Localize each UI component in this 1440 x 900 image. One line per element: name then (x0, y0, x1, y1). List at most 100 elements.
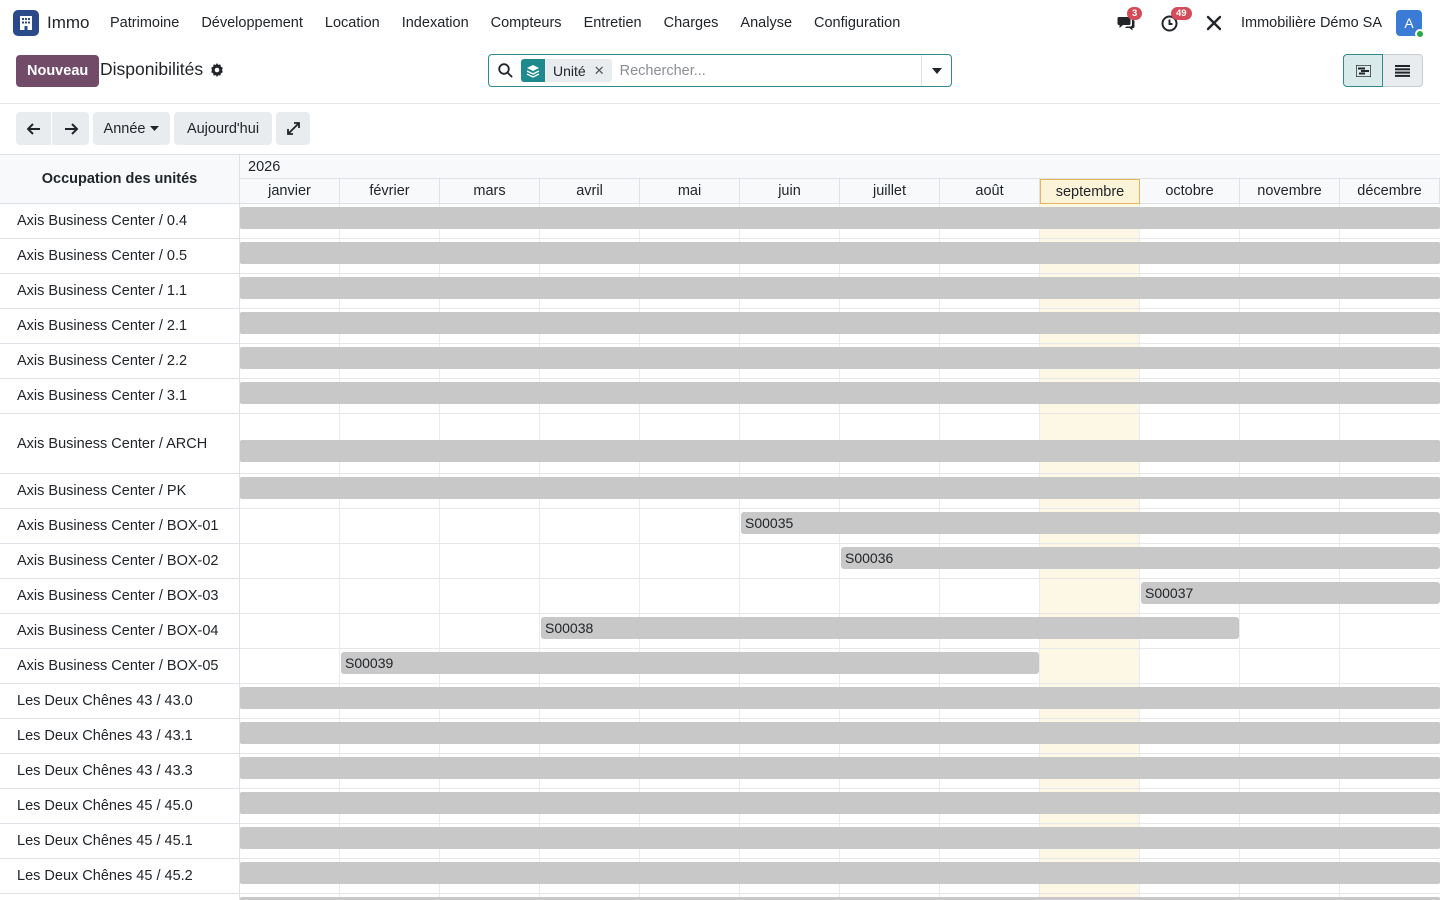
scale-label: Année (103, 120, 146, 137)
gantt-pill[interactable] (240, 312, 1440, 334)
grid-row-line (240, 858, 1440, 859)
gantt-row-label[interactable]: Axis Business Center / PK (0, 474, 240, 509)
search-bar: Unité ✕ (488, 54, 952, 87)
grid-row-line (240, 823, 1440, 824)
app-name[interactable]: Immo (47, 13, 90, 33)
gantt-pill[interactable]: S00036 (841, 547, 1440, 569)
grid-row-line (240, 413, 1440, 414)
menu-item-configuration[interactable]: Configuration (803, 15, 911, 31)
grid-row-line (240, 343, 1440, 344)
today-button[interactable]: Aujourd'hui (174, 112, 272, 145)
previous-button[interactable] (16, 112, 51, 145)
online-status-dot (1415, 29, 1425, 39)
layers-icon (521, 59, 545, 82)
gantt-pill[interactable] (240, 862, 1440, 884)
expand-icon (286, 122, 300, 135)
gantt-row-label[interactable]: Axis Business Center / BOX-05 (0, 649, 240, 684)
month-header-4: mai (640, 179, 740, 204)
gantt-row-label[interactable]: Axis Business Center / 3.1 (0, 379, 240, 414)
view-switcher (1343, 54, 1423, 87)
gantt-view-icon (1355, 64, 1371, 77)
menu-item-compteurs[interactable]: Compteurs (480, 15, 573, 31)
gantt-pill[interactable] (240, 687, 1440, 709)
gantt-pill[interactable] (240, 382, 1440, 404)
systray: 3 49 Immobilière Démo SA A (1113, 0, 1440, 46)
gantt-row-label[interactable]: Axis Business Center / 0.4 (0, 204, 240, 239)
grid-row-line (240, 473, 1440, 474)
expand-button[interactable] (276, 112, 310, 145)
gantt-row-label[interactable]: Les Deux Chênes 45 / 45.0 (0, 789, 240, 824)
page-title: Disponibilités (100, 59, 224, 80)
gantt-pill[interactable] (240, 792, 1440, 814)
menu-item-charges[interactable]: Charges (653, 15, 730, 31)
company-switcher[interactable]: Immobilière Démo SA (1241, 15, 1382, 31)
gantt-pill[interactable]: S00038 (541, 617, 1239, 639)
menu-item-entretien[interactable]: Entretien (573, 15, 653, 31)
user-avatar[interactable]: A (1396, 10, 1425, 39)
grid-row-line (240, 648, 1440, 649)
gantt-row-label[interactable]: Les Deux Chênes 43 / 43.3 (0, 754, 240, 789)
building-icon[interactable] (13, 10, 39, 36)
month-header-9: octobre (1140, 179, 1240, 204)
gantt-pill[interactable]: S00039 (341, 652, 1039, 674)
page-title-text: Disponibilités (100, 59, 204, 79)
gear-icon[interactable] (210, 62, 224, 77)
menu-item-location[interactable]: Location (314, 15, 391, 31)
gantt-pill[interactable]: S00035 (741, 512, 1440, 534)
activities-button[interactable]: 49 (1157, 7, 1192, 36)
today-label: Aujourd'hui (186, 120, 260, 137)
remove-facet-icon[interactable]: ✕ (594, 63, 612, 79)
tools-icon (1206, 15, 1222, 31)
search-icon[interactable] (489, 63, 521, 78)
gantt-row-label[interactable]: Axis Business Center / ARCH (0, 414, 240, 474)
gantt-row-label[interactable]: Axis Business Center / 1.1 (0, 274, 240, 309)
gantt-row-label[interactable]: Axis Business Center / BOX-02 (0, 544, 240, 579)
messages-button[interactable]: 3 (1113, 7, 1143, 36)
gantt-pill[interactable] (240, 347, 1440, 369)
gantt-row-label[interactable] (0, 894, 240, 900)
list-view-icon (1395, 64, 1410, 77)
menu-item-developpement[interactable]: Développement (190, 15, 314, 31)
grid-row-line (240, 543, 1440, 544)
grid-row-line (240, 378, 1440, 379)
gantt-row-label[interactable]: Axis Business Center / BOX-04 (0, 614, 240, 649)
arrow-right-icon (64, 122, 78, 135)
menu-item-indexation[interactable]: Indexation (391, 15, 480, 31)
gantt-pill[interactable] (240, 757, 1440, 779)
gantt-view-button[interactable] (1343, 54, 1383, 87)
gantt-pill[interactable] (240, 242, 1440, 264)
menu-item-patrimoine[interactable]: Patrimoine (99, 15, 190, 31)
gantt-row-label[interactable]: Axis Business Center / BOX-03 (0, 579, 240, 614)
gantt-row-label[interactable]: Axis Business Center / 0.5 (0, 239, 240, 274)
gantt-pill[interactable]: S00037 (1141, 582, 1440, 604)
menu-item-analyse[interactable]: Analyse (729, 15, 803, 31)
gantt-pill[interactable] (240, 277, 1440, 299)
gantt-pill[interactable] (240, 207, 1440, 229)
gantt-pill[interactable] (240, 477, 1440, 499)
facet-label: Unité (553, 62, 586, 79)
gantt-row-label[interactable]: Axis Business Center / BOX-01 (0, 509, 240, 544)
gantt-row-label[interactable]: Axis Business Center / 2.2 (0, 344, 240, 379)
gantt-row-label[interactable]: Les Deux Chênes 43 / 43.1 (0, 719, 240, 754)
gantt-pill[interactable] (240, 440, 1440, 462)
gantt-row-label[interactable]: Axis Business Center / 2.1 (0, 309, 240, 344)
list-view-button[interactable] (1383, 54, 1423, 87)
search-input[interactable] (619, 56, 921, 85)
month-header-5: juin (740, 179, 840, 204)
gantt-row-label[interactable]: Les Deux Chênes 43 / 43.0 (0, 684, 240, 719)
grid-row-line (240, 273, 1440, 274)
avatar-letter: A (1404, 15, 1414, 31)
gantt-row-label[interactable]: Les Deux Chênes 45 / 45.2 (0, 859, 240, 894)
grid-row-line (240, 238, 1440, 239)
debug-tools-button[interactable] (1201, 10, 1227, 36)
gantt-row-label[interactable]: Les Deux Chênes 45 / 45.1 (0, 824, 240, 859)
gantt-pill[interactable] (240, 722, 1440, 744)
activities-badge: 49 (1170, 7, 1192, 20)
new-button[interactable]: Nouveau (16, 55, 100, 87)
caret-down-icon (150, 126, 160, 131)
gantt-pill[interactable] (240, 827, 1440, 849)
gantt-rows-header: Occupation des unités (0, 155, 240, 204)
scale-dropdown[interactable]: Année (93, 112, 170, 145)
next-button[interactable] (52, 112, 89, 145)
search-options-toggle[interactable] (921, 55, 951, 86)
